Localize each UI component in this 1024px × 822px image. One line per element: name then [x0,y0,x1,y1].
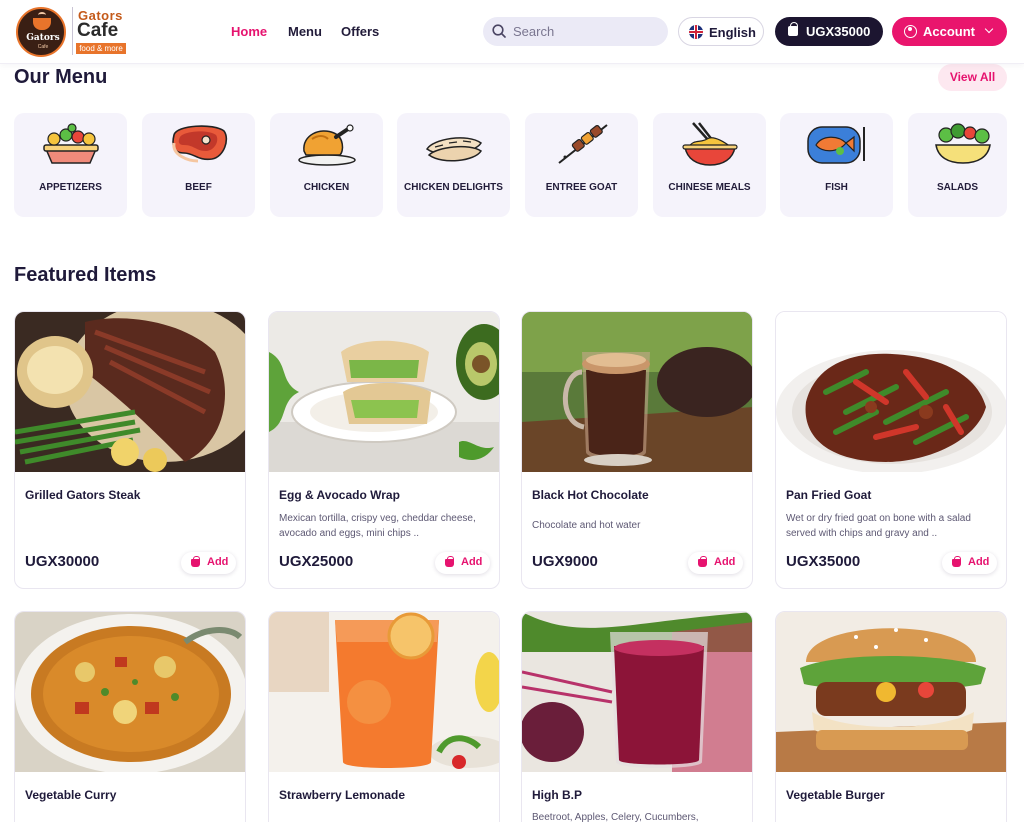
add-label: Add [968,556,990,568]
product-description: Mexican tortilla, crispy veg, cheddar ch… [279,513,476,539]
product-name: Pan Fried Goat [786,488,872,502]
product-price: UGX25000 [279,553,354,570]
salad-bowl-icon [935,123,991,164]
product-image [15,312,245,472]
featured-items-heading: Featured Items [14,264,157,286]
category-label: APPETIZERS [39,182,102,193]
product-name: High B.P [532,788,582,802]
add-to-cart-button[interactable]: Add [688,552,743,574]
brand-logo[interactable]: Gators Cafe Gators Cafe food & more [16,5,128,59]
language-label: English [709,25,756,40]
product-name: Vegetable Burger [786,788,885,802]
add-label: Add [461,556,483,568]
product-card[interactable]: Strawberry Lemonade [268,611,500,822]
product-image [522,612,752,772]
add-to-cart-button[interactable]: Add [181,552,236,574]
product-card[interactable]: Pan Fried Goat Wet or dry fried goat on … [775,311,1007,589]
shopping-bag-icon [952,556,961,567]
logo-badge-text: Gators [26,33,60,43]
product-image [776,312,1006,472]
logo-badge-icon: Gators Cafe [16,7,66,57]
category-entree-goat[interactable]: ENTREE GOAT [525,113,638,217]
product-price: UGX9000 [532,553,598,570]
logo-divider [72,7,73,55]
product-card[interactable]: Grilled Gators Steak UGX30000 Add [14,311,246,589]
category-label: ENTREE GOAT [545,182,618,193]
account-button[interactable]: Account [892,17,1007,46]
category-chinese-meals[interactable]: CHINESE MEALS [653,113,766,217]
product-card[interactable]: Black Hot Chocolate Chocolate and hot wa… [521,311,753,589]
search-icon [492,24,506,38]
shopping-bag-icon [698,556,707,567]
product-name: Grilled Gators Steak [25,488,141,502]
top-header: Gators Cafe Gators Cafe food & more Home… [0,0,1024,64]
product-name: Strawberry Lemonade [279,788,406,802]
add-label: Add [207,556,229,568]
skewer-icon [558,124,608,164]
product-description: Beetroot, Apples, Celery, Cucumbers, [532,812,699,822]
language-selector[interactable]: English [678,17,764,46]
category-label: FISH [825,182,848,193]
product-price: UGX35000 [786,553,861,570]
appetizers-bowl-icon [43,123,99,164]
category-beef[interactable]: BEEF [142,113,255,217]
product-name: Vegetable Curry [25,788,117,802]
uk-flag-icon [689,25,703,39]
search-input[interactable] [513,22,658,41]
product-card[interactable]: High B.P Beetroot, Apples, Celery, Cucum… [521,611,753,822]
category-label: BEEF [185,182,212,193]
product-card[interactable]: Vegetable Burger [775,611,1007,822]
steak-icon [172,125,228,163]
brand-tagline: food & more [76,43,126,54]
product-name: Black Hot Chocolate [532,488,649,502]
product-image [776,612,1006,772]
product-image [269,312,499,472]
category-chicken[interactable]: CHICKEN [270,113,383,217]
product-card[interactable]: Egg & Avocado Wrap Mexican tortilla, cri… [268,311,500,589]
chevron-down-icon [984,24,994,34]
add-to-cart-button[interactable]: Add [435,552,490,574]
account-label: Account [923,24,975,39]
product-image [269,612,499,772]
view-all-button[interactable]: View All [938,64,1007,91]
our-menu-heading: Our Menu [14,66,108,88]
category-label: CHICKEN DELIGHTS [404,182,503,193]
product-image [522,312,752,472]
nav-menu[interactable]: Menu [288,24,322,39]
logo-badge-sub: Cafe [37,44,49,50]
noodle-bowl-icon [682,122,738,166]
category-appetizers[interactable]: APPETIZERS [14,113,127,217]
product-card[interactable]: Vegetable Curry [14,611,246,822]
search-box [483,17,668,46]
fish-plate-icon [807,126,865,164]
product-description: Chocolate and hot water [532,520,641,531]
product-description: Wet or dry fried goat on bone with a sal… [786,513,971,539]
category-fish[interactable]: FISH [780,113,893,217]
chicken-wraps-icon [425,137,483,162]
user-circle-icon [904,25,917,38]
shopping-bag-icon [788,22,798,36]
brand-name-main: Cafe [77,20,119,41]
roast-chicken-icon [298,124,356,166]
add-label: Add [714,556,736,568]
category-label: SALADS [936,182,979,193]
nav-offers[interactable]: Offers [341,24,379,39]
category-label: CHICKEN [303,182,350,193]
product-name: Egg & Avocado Wrap [279,488,400,502]
shopping-bag-icon [191,556,200,567]
shopping-bag-icon [445,556,454,567]
nav-home[interactable]: Home [231,24,267,39]
product-price: UGX30000 [25,553,100,570]
cart-total: UGX35000 [806,24,871,39]
add-to-cart-button[interactable]: Add [942,552,997,574]
cart-button[interactable]: UGX35000 [775,17,883,46]
category-salads[interactable]: SALADS [908,113,1007,217]
category-chicken-delights[interactable]: CHICKEN DELIGHTS [397,113,510,217]
product-image [15,612,245,772]
category-label: CHINESE MEALS [668,182,751,193]
